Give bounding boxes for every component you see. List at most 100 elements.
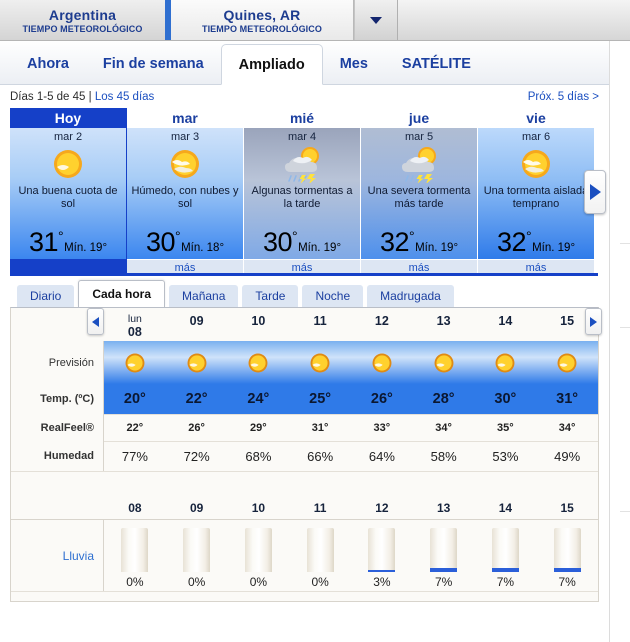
sun-behind-cloud-icon <box>517 144 555 184</box>
sun-icon <box>475 351 537 375</box>
tab-mes[interactable]: Mes <box>323 44 385 84</box>
hourly-forecast-row: Previsión <box>11 341 598 384</box>
hour-header-cell: 14 <box>498 314 513 328</box>
sun-icon <box>104 351 166 375</box>
location-tab-subtitle: TIEMPO METEOROLÓGICO <box>22 23 143 34</box>
hour-header-cell: 09 <box>189 314 204 328</box>
rain-bar <box>491 528 519 572</box>
rain-bar <box>553 528 581 572</box>
temp-cell: 31° <box>556 391 579 407</box>
subtab-manana[interactable]: Mañana <box>169 285 239 307</box>
subtab-tarde[interactable]: Tarde <box>242 285 299 307</box>
tab-satelite[interactable]: SATÉLITE <box>385 44 488 84</box>
arrow-right-icon <box>589 184 601 200</box>
rain-percent: 7% <box>496 575 515 589</box>
row-label-rain: Lluvia <box>11 520 104 591</box>
rain-percent: 0% <box>187 575 206 589</box>
day-body: mar 6 Una tormenta aislada temprano 32° … <box>478 128 594 259</box>
humidity-cell: 64% <box>368 449 395 464</box>
location-tab-quines[interactable]: Quines, AR TIEMPO METEOROLÓGICO <box>168 0 354 40</box>
hourly-temp-cells: 20° 22° 24° 25° 26° 28° 30° 31° <box>104 384 598 414</box>
hourly-header-hours: lun 08 09 10 11 12 13 14 15 <box>104 314 598 341</box>
location-dropdown-button[interactable] <box>354 0 398 40</box>
day-weekday: vie <box>526 110 546 126</box>
day-card-mar[interactable]: mar mar 3 Húmedo, con nubes y sol 30° Mí… <box>127 108 244 276</box>
rain-bar-fill <box>368 570 396 572</box>
sun-icon <box>351 351 413 375</box>
hour-header-cell: 11 <box>313 314 327 328</box>
day-temperatures: 32° Mín. 19° <box>380 223 458 259</box>
day-low: Mín. 18° <box>181 242 225 254</box>
sun-icon <box>228 351 290 375</box>
day-low: Mín. 19° <box>298 242 342 254</box>
thunderstorm-icon <box>279 144 325 184</box>
subtab-madrugada[interactable]: Madrugada <box>367 285 454 307</box>
row-label-forecast: Previsión <box>11 341 104 384</box>
temp-cell: 28° <box>432 391 455 407</box>
rain-bar <box>306 528 334 572</box>
tab-fin-de-semana[interactable]: Fin de semana <box>86 44 221 84</box>
hourly-prev-button[interactable] <box>87 308 104 335</box>
rain-bar-fill <box>430 568 458 572</box>
sun-icon <box>289 351 351 375</box>
day-card-mie[interactable]: mié mar 4 Algunas tormentas a la tarde 3… <box>244 108 361 276</box>
all-days-link[interactable]: Los 45 días <box>95 91 154 103</box>
rain-bar-columns: 0% 0% 0% 0% 3% 7% 7% 7% <box>104 520 598 591</box>
hourly-next-button[interactable] <box>585 308 602 335</box>
day-body: mar 5 Una severa tormenta más tarde 32° … <box>361 128 477 259</box>
tab-ampliado[interactable]: Ampliado <box>220 44 323 85</box>
next-days-button[interactable] <box>584 170 606 214</box>
hourly-forecast-cells <box>104 341 598 384</box>
rain-bar <box>121 528 149 572</box>
day-range-count: Días 1-5 de 45 <box>10 90 86 103</box>
rain-hour-label: 08 <box>128 501 142 515</box>
realfeel-cell: 22° <box>126 422 144 434</box>
location-tab-argentina[interactable]: Argentina TIEMPO METEOROLÓGICO <box>0 0 168 40</box>
day-card-vie[interactable]: vie mar 6 Una tormenta aislada temprano … <box>478 108 595 276</box>
hourly-subtabs: Diario Cada hora Mañana Tarde Noche Madr… <box>0 276 609 307</box>
hour-header-cell: 10 <box>251 314 266 328</box>
days-underline <box>10 273 598 276</box>
day-body: mar 3 Húmedo, con nubes y sol 30° Mín. 1… <box>127 128 243 259</box>
row-label-humidity: Humedad <box>11 441 104 471</box>
rain-hour-label: 12 <box>375 501 389 515</box>
humidity-cell: 72% <box>183 449 210 464</box>
rain-bar-column: 0% <box>228 520 290 591</box>
humidity-cell: 49% <box>554 449 581 464</box>
humidity-cell: 58% <box>430 449 457 464</box>
realfeel-cell: 26° <box>188 422 205 434</box>
day-high: 32° <box>496 227 532 257</box>
humidity-cell: 77% <box>121 449 148 464</box>
row-label-realfeel: RealFeel® <box>11 414 104 441</box>
tab-ahora[interactable]: Ahora <box>10 44 86 84</box>
rain-percent: 7% <box>558 575 576 589</box>
day-description: Algunas tormentas a la tarde <box>251 185 353 210</box>
day-weekday: Hoy <box>10 108 126 128</box>
row-label-temp: Temp. (ºC) <box>11 384 104 414</box>
hourly-realfeel-cells: 22° 26° 29° 31° 33° 34° 35° 34° <box>104 414 598 441</box>
day-card-jue[interactable]: jue mar 5 Una severa tormenta más tarde … <box>361 108 478 276</box>
day-card-hoy[interactable]: Hoy mar 2 Una buena cuota de sol 31° Mín… <box>10 108 127 276</box>
rain-bar <box>183 528 211 572</box>
subtab-diario[interactable]: Diario <box>17 285 75 307</box>
next-5-days-link[interactable]: Próx. 5 días > <box>528 91 599 103</box>
subtab-cada-hora[interactable]: Cada hora <box>78 280 166 307</box>
hourly-day-label: lun <box>127 313 142 325</box>
sun-icon <box>413 351 475 375</box>
rain-hour-label: 15 <box>560 501 574 515</box>
rain-percent: 0% <box>126 575 144 589</box>
day-description: Húmedo, con nubes y sol <box>131 185 239 210</box>
humidity-cell: 53% <box>492 449 519 464</box>
five-day-forecast: Hoy mar 2 Una buena cuota de sol 31° Mín… <box>0 108 609 276</box>
day-description: Una severa tormenta más tarde <box>367 185 471 210</box>
temp-cell: 26° <box>370 391 393 407</box>
realfeel-cell: 29° <box>250 422 267 434</box>
hourly-realfeel-row: RealFeel® 22° 26° 29° 31° 33° 34° 35° 34… <box>11 414 598 441</box>
location-tab-name: Quines, AR <box>223 6 301 23</box>
subtab-noche[interactable]: Noche <box>302 285 364 307</box>
rain-hour-label: 13 <box>436 501 451 515</box>
thunderstorm-icon <box>396 144 442 184</box>
temp-cell: 30° <box>494 391 517 407</box>
rain-hour-label: 09 <box>189 501 204 515</box>
hour-label: 08 <box>127 325 142 339</box>
